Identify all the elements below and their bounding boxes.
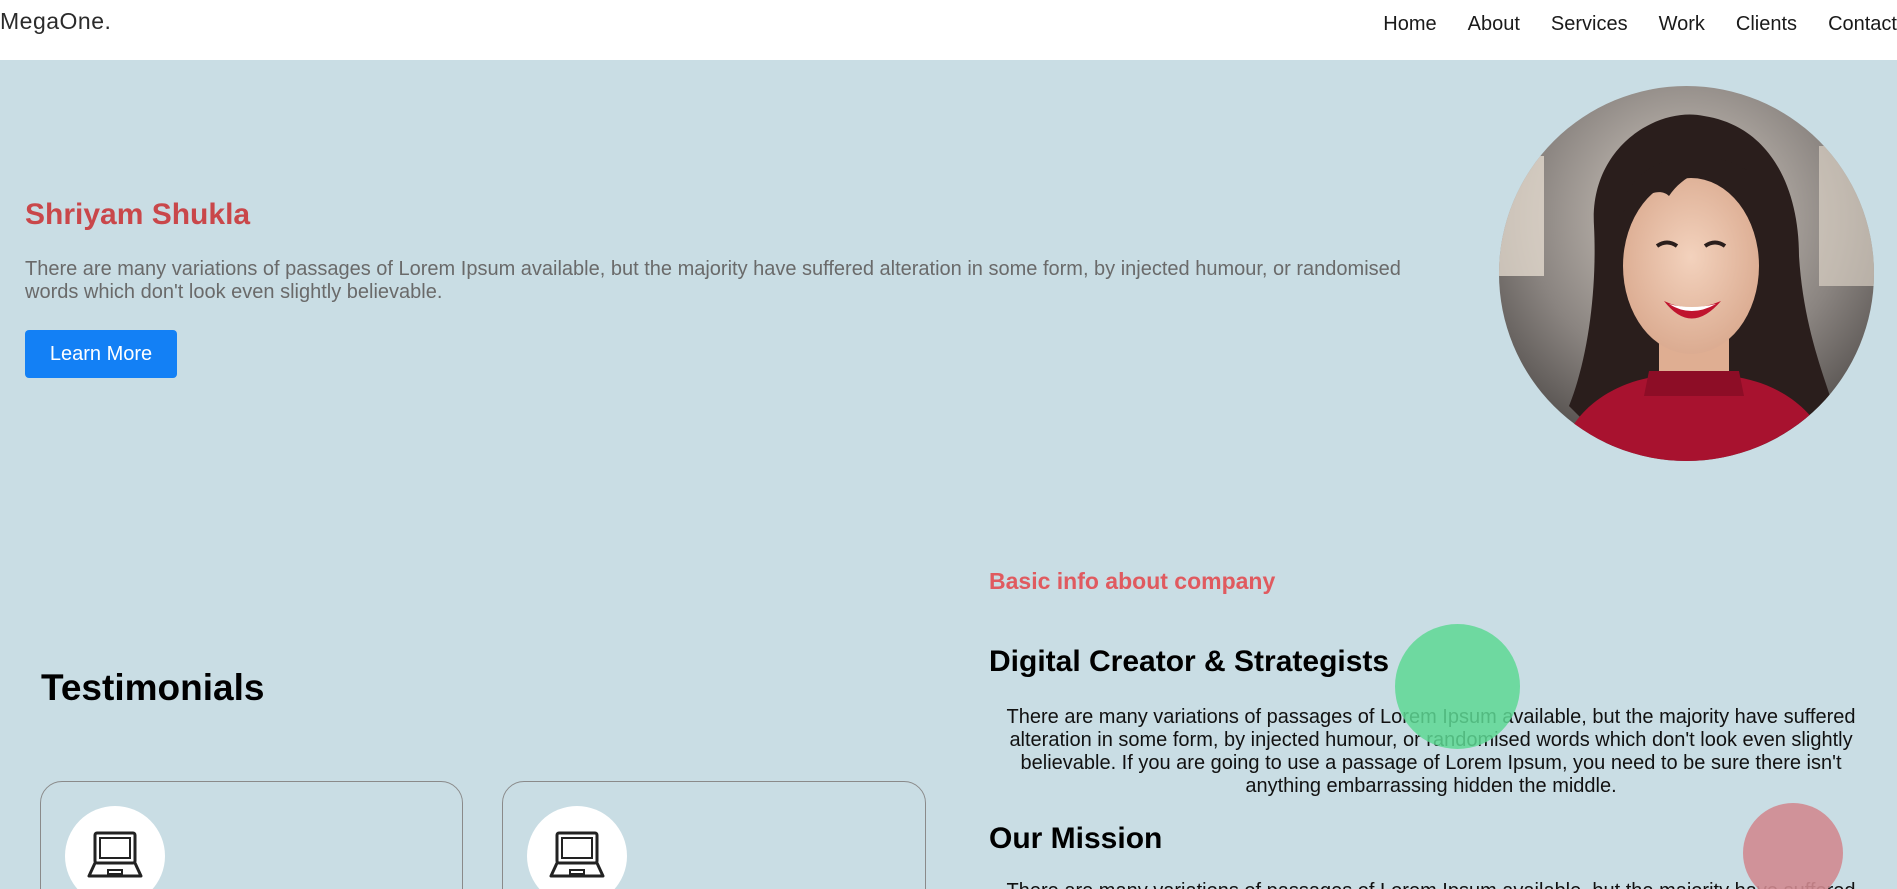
testimonial-card: [40, 781, 463, 889]
nav-home[interactable]: Home: [1383, 12, 1436, 36]
nav-work[interactable]: Work: [1659, 12, 1705, 36]
card-icon-circle: [65, 806, 165, 889]
laptop-icon: [549, 831, 605, 878]
testimonial-card: [502, 781, 926, 889]
mission-description: There are many variations of passages of…: [1000, 880, 1862, 889]
decorative-red-circle: [1743, 803, 1843, 889]
nav-contact[interactable]: Contact: [1828, 12, 1897, 36]
nav-about[interactable]: About: [1468, 12, 1520, 36]
hero-description: There are many variations of passages of…: [25, 258, 1401, 303]
laptop-icon: [87, 831, 143, 878]
page: MegaOne. Home About Services Work Client…: [0, 0, 1897, 889]
learn-more-button[interactable]: Learn More: [25, 330, 177, 378]
site-header: MegaOne. Home About Services Work Client…: [0, 0, 1897, 60]
logo[interactable]: MegaOne.: [0, 8, 111, 35]
card-icon-circle: [527, 806, 627, 889]
company-heading: Digital Creator & Strategists: [989, 645, 1390, 678]
company-kicker: Basic info about company: [989, 568, 1276, 594]
nav-services[interactable]: Services: [1551, 12, 1628, 36]
hero-name: Shriyam Shukla: [25, 198, 251, 231]
decorative-green-circle: [1395, 624, 1520, 749]
testimonials-title: Testimonials: [41, 667, 265, 708]
mission-heading: Our Mission: [989, 822, 1163, 855]
profile-photo: [1499, 86, 1874, 461]
main-nav: Home About Services Work Clients Contact: [1383, 12, 1897, 36]
nav-clients[interactable]: Clients: [1736, 12, 1797, 36]
